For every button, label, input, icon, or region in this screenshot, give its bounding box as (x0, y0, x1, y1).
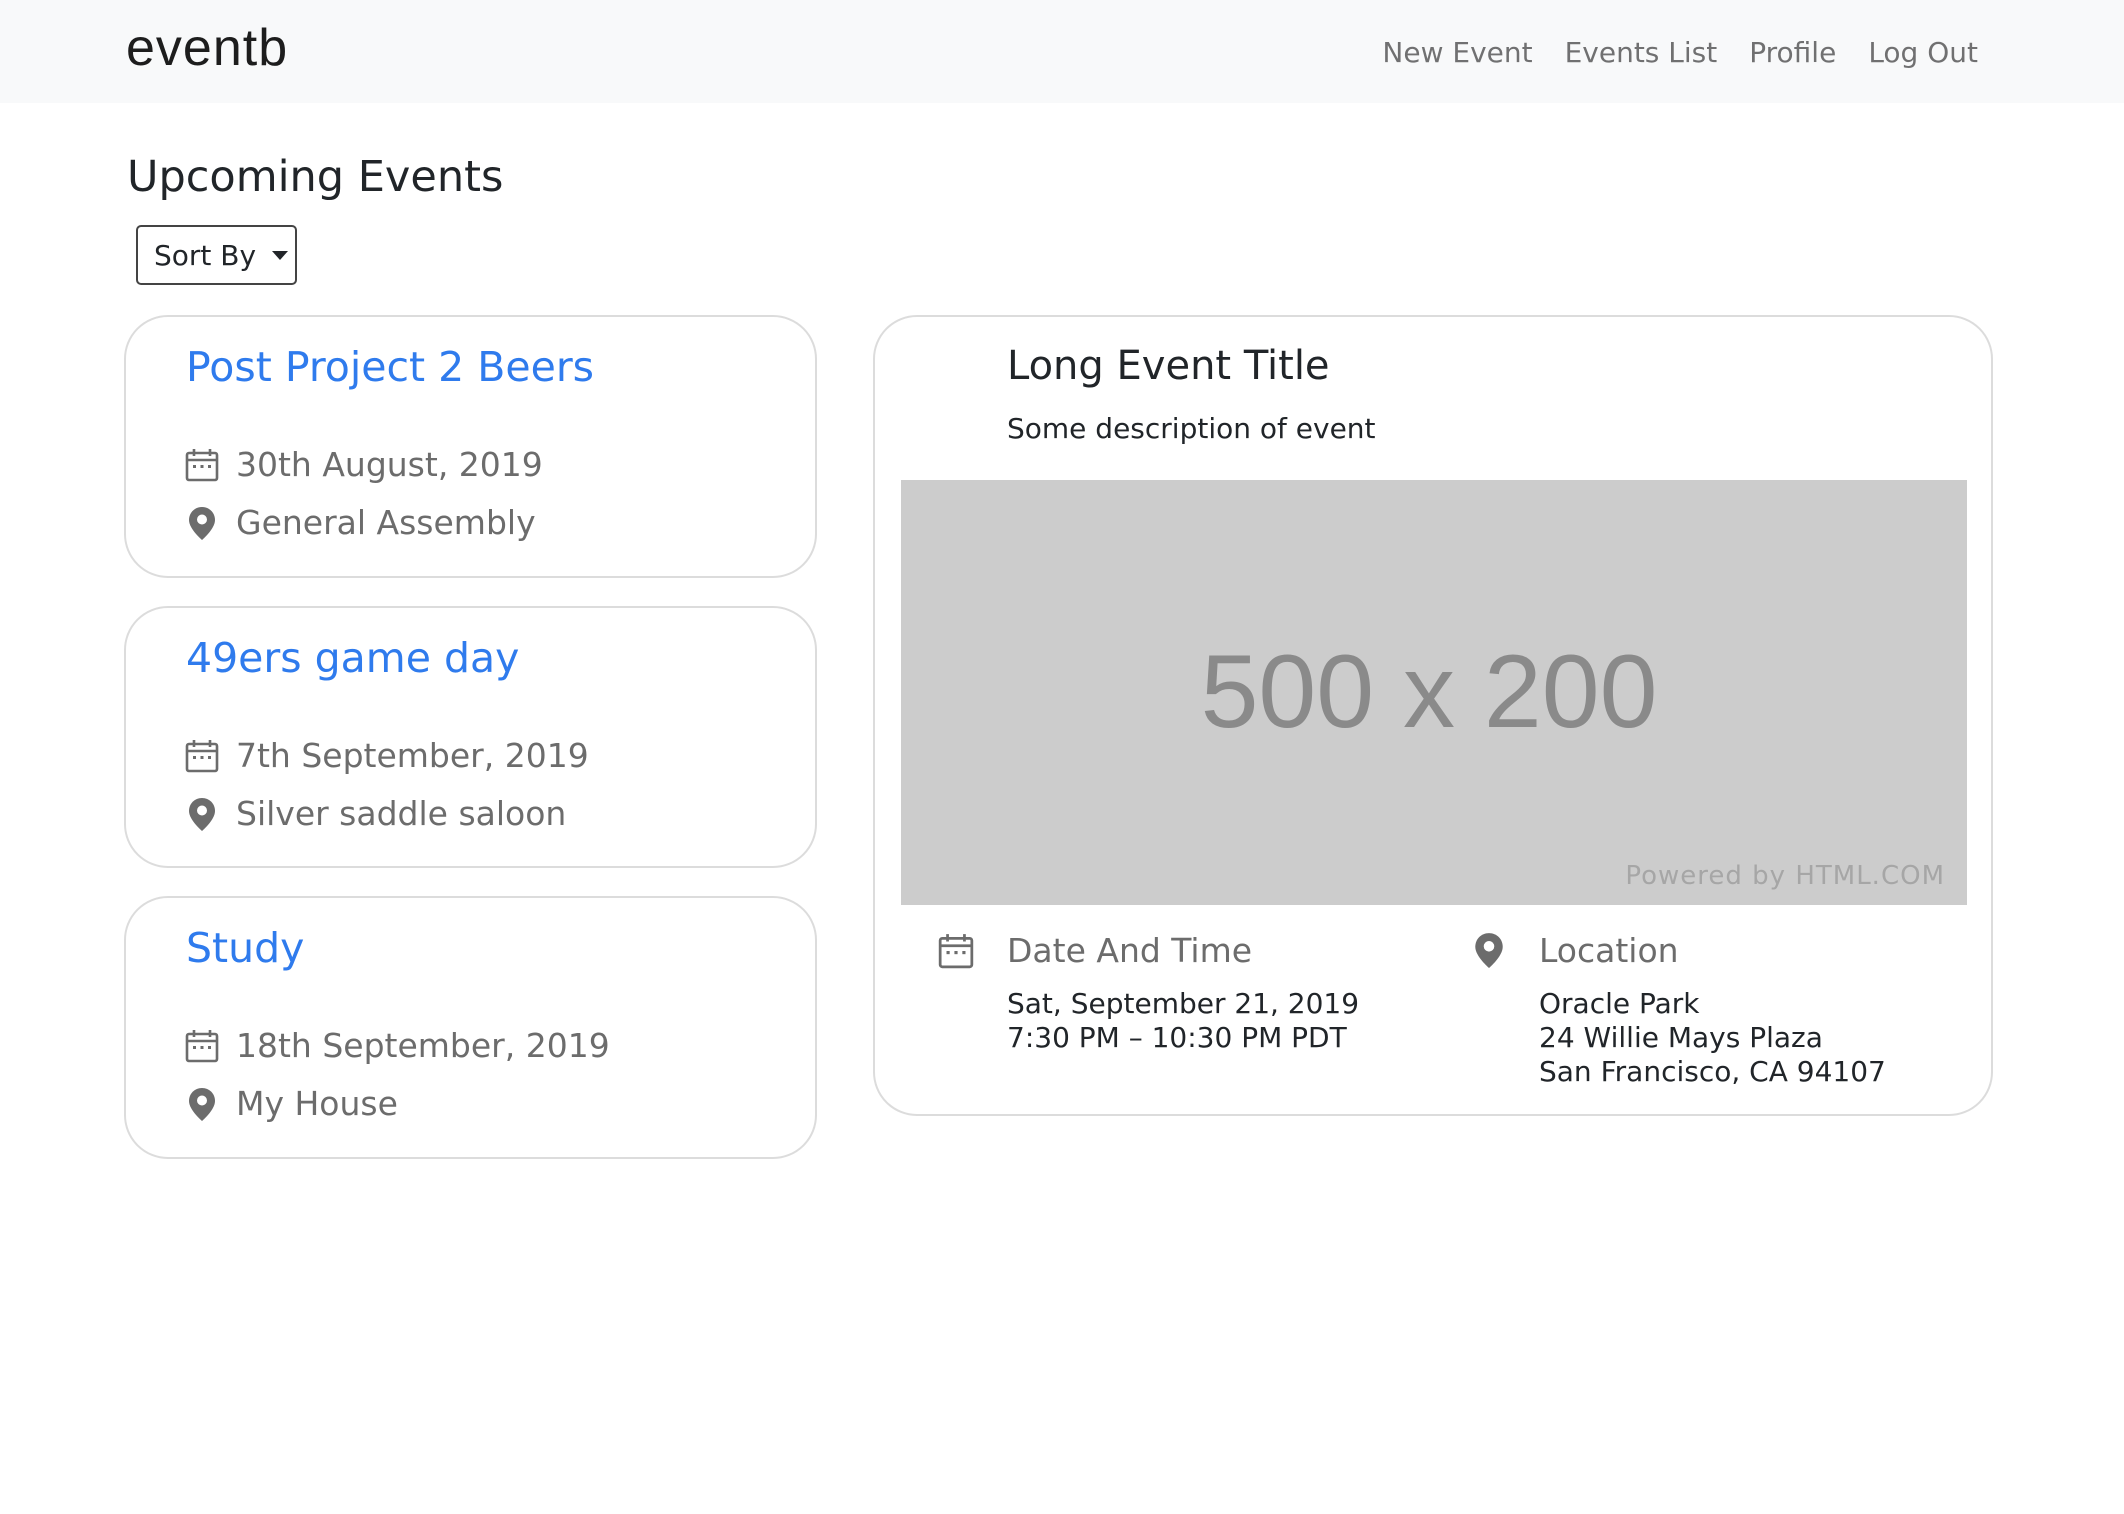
datetime-line: 7:30 PM – 10:30 PM PDT (1007, 1021, 1347, 1054)
event-card[interactable]: Study 18th September, 2019 My House (124, 896, 817, 1159)
event-date: 18th September, 2019 (184, 1026, 610, 1065)
location-heading: Location (1539, 931, 1679, 970)
calendar-icon (184, 1028, 220, 1064)
placeholder-powered-text: Powered by HTML.COM (1625, 861, 1945, 891)
event-location: Silver saddle saloon (184, 794, 566, 833)
datetime-line: Sat, September 21, 2019 (1007, 987, 1360, 1020)
caret-down-icon (272, 250, 289, 260)
detail-title: Long Event Title (1007, 343, 1330, 389)
map-pin-icon (184, 1086, 220, 1122)
event-location: General Assembly (184, 503, 536, 542)
event-title-link[interactable]: Study (186, 924, 304, 972)
navbar: eventb New Event Events List Profile Log… (0, 0, 2124, 103)
datetime-heading: Date And Time (1007, 931, 1253, 970)
map-pin-icon (184, 505, 220, 541)
page-title: Upcoming Events (127, 152, 504, 202)
event-location-text: General Assembly (236, 503, 536, 542)
event-date-text: 30th August, 2019 (236, 445, 543, 484)
location-line: 24 Willie Mays Plaza (1539, 1021, 1823, 1054)
nav-events-list[interactable]: Events List (1565, 36, 1718, 69)
event-detail-card: Long Event Title Some description of eve… (873, 315, 1993, 1116)
event-date: 7th September, 2019 (184, 736, 589, 775)
nav-new-event[interactable]: New Event (1382, 36, 1532, 69)
event-image-placeholder: 500 x 200 Powered by HTML.COM (901, 480, 1967, 905)
event-location: My House (184, 1084, 398, 1123)
calendar-icon (937, 932, 975, 970)
location-line: San Francisco, CA 94107 (1539, 1055, 1886, 1088)
map-pin-icon (184, 796, 220, 832)
nav-links: New Event Events List Profile Log Out (1382, 36, 1978, 69)
detail-description: Some description of event (1007, 412, 1376, 445)
brand-logo[interactable]: eventb (126, 18, 288, 78)
calendar-icon (184, 738, 220, 774)
event-location-text: Silver saddle saloon (236, 794, 567, 833)
event-title-link[interactable]: 49ers game day (186, 634, 519, 682)
event-date-text: 7th September, 2019 (236, 736, 589, 775)
calendar-icon (184, 447, 220, 483)
sort-by-dropdown[interactable]: Sort By (136, 225, 297, 285)
nav-log-out[interactable]: Log Out (1868, 36, 1978, 69)
event-date-text: 18th September, 2019 (236, 1026, 610, 1065)
event-card[interactable]: Post Project 2 Beers 30th August, 2019 G… (124, 315, 817, 578)
location-line: Oracle Park (1539, 987, 1700, 1020)
placeholder-size-text: 500 x 200 (1200, 634, 1658, 750)
sort-by-label: Sort By (154, 238, 257, 272)
map-pin-icon (1470, 931, 1508, 969)
event-card[interactable]: 49ers game day 7th September, 2019 Silve… (124, 606, 817, 868)
event-date: 30th August, 2019 (184, 445, 543, 484)
nav-profile[interactable]: Profile (1749, 36, 1836, 69)
event-title-link[interactable]: Post Project 2 Beers (186, 343, 594, 391)
event-location-text: My House (236, 1084, 398, 1123)
